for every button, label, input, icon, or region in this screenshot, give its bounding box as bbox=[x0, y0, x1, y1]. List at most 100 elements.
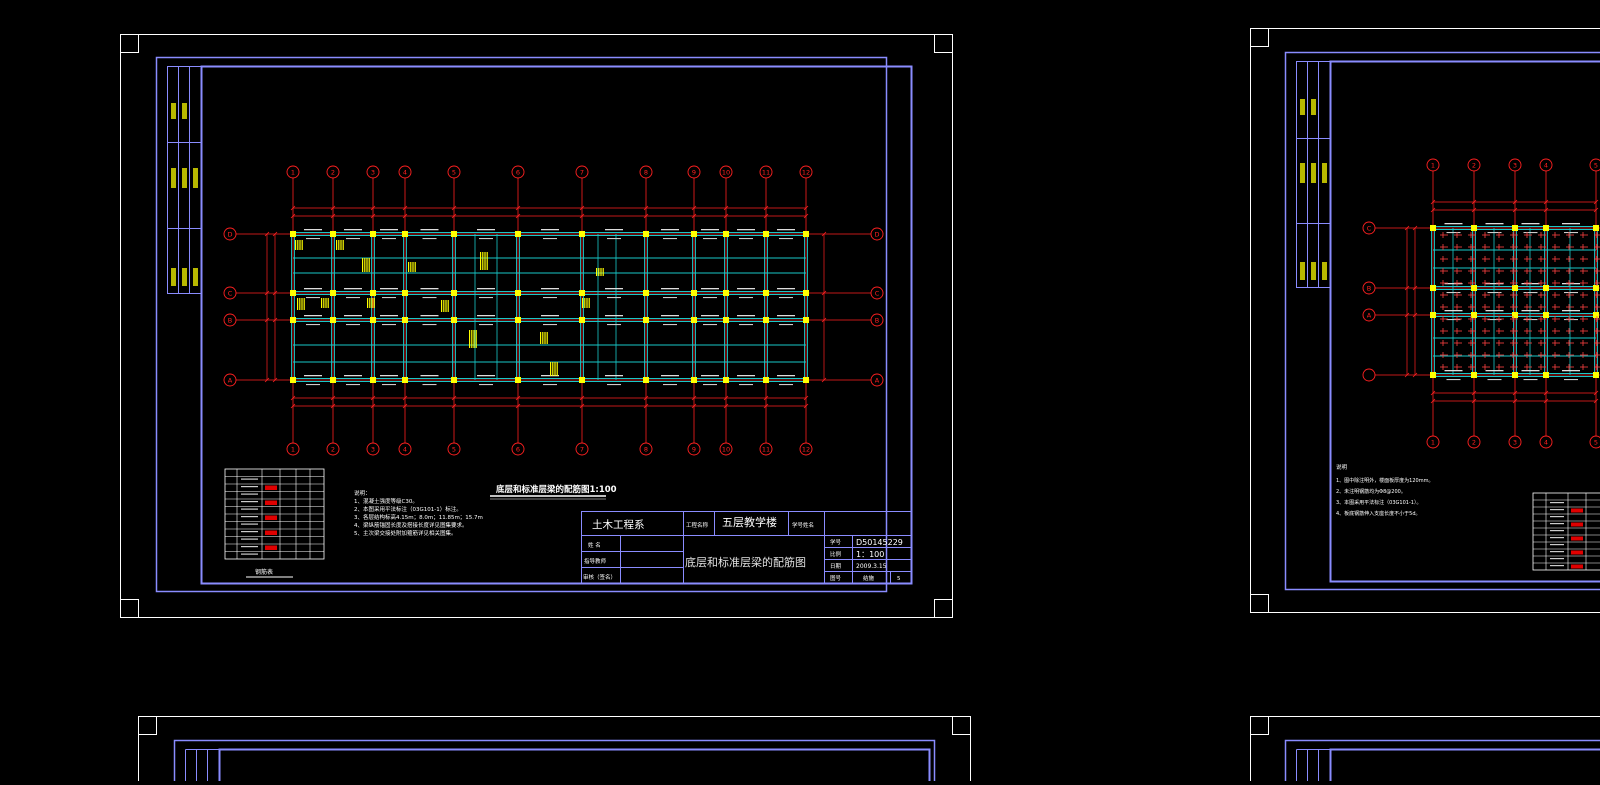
rebar-callout bbox=[596, 268, 597, 276]
title-block-scale: 1：100 bbox=[856, 550, 884, 559]
sheet-1-outer-frame bbox=[121, 35, 953, 618]
rebar-callout bbox=[600, 268, 601, 276]
column bbox=[1543, 312, 1549, 318]
title-block-date: 2009.3.15 bbox=[856, 563, 887, 570]
beam-annotation bbox=[739, 238, 753, 239]
column bbox=[515, 317, 521, 323]
beam-annotation bbox=[737, 288, 755, 289]
sheet-2[interactable]: 1122334455CCBBAA 说明 1、图中除注明外，楼面板厚度为120mm… bbox=[1251, 29, 1600, 613]
beam-plan-sheet-1[interactable]: 112233445566778899101011111212DDCCBBAA bbox=[224, 166, 883, 455]
axis-label: 8 bbox=[644, 445, 648, 453]
beam-annotation bbox=[779, 238, 793, 239]
rebar-table bbox=[225, 469, 324, 559]
beam-annotation bbox=[1486, 370, 1504, 371]
beam-annotation bbox=[477, 375, 495, 376]
slab-plan-sheet-2[interactable]: 1122334455CCBBAA bbox=[1363, 159, 1600, 448]
column bbox=[1543, 285, 1549, 291]
beam-annotation bbox=[605, 229, 623, 230]
table-cell-text bbox=[1550, 551, 1564, 552]
axis-label: 12 bbox=[802, 168, 810, 176]
axis-label: 7 bbox=[580, 445, 584, 453]
notes-line: 4、板底钢筋伸入支座长度不小于5d。 bbox=[1336, 510, 1421, 517]
column bbox=[1593, 312, 1599, 318]
rebar-callout bbox=[552, 362, 553, 376]
column bbox=[803, 377, 809, 383]
beam-annotation bbox=[739, 324, 753, 325]
column bbox=[515, 377, 521, 383]
rebar-callout bbox=[448, 300, 449, 312]
drawing-title: 底层和标准层梁的配筋图1:100 bbox=[496, 484, 617, 495]
rebar-callout bbox=[480, 252, 481, 270]
axis-label: 9 bbox=[692, 168, 696, 176]
beam-annotation bbox=[543, 297, 557, 298]
beam-annotation bbox=[779, 324, 793, 325]
axis-label: B bbox=[1367, 284, 1371, 292]
beam-annotation bbox=[777, 375, 795, 376]
beam-annotation bbox=[661, 375, 679, 376]
beam-annotation bbox=[423, 324, 437, 325]
sheet-4[interactable] bbox=[1251, 717, 1600, 782]
rebar-callout bbox=[304, 298, 305, 310]
title-block-sheet-title: 底层和标准层梁的配筋图 bbox=[685, 555, 806, 569]
cad-drawing-canvas[interactable]: 112233445566778899101011111212DDCCBBAA 钢… bbox=[0, 0, 1600, 781]
beam-annotation bbox=[380, 229, 398, 230]
rebar-callout bbox=[364, 258, 365, 272]
notes-line: 5、主次梁交接处附加箍筋详见相关图集。 bbox=[354, 529, 457, 537]
beam-annotation bbox=[344, 375, 362, 376]
beam-annotation bbox=[1564, 379, 1578, 380]
beam-annotation bbox=[1486, 310, 1504, 311]
axis-label: 1 bbox=[1431, 161, 1435, 169]
beam-annotation bbox=[663, 324, 677, 325]
axis-label: 4 bbox=[1544, 161, 1548, 169]
sheet-1-corner-mark bbox=[935, 35, 953, 53]
axis-label: A bbox=[875, 376, 880, 384]
table-cell-text bbox=[1550, 558, 1564, 559]
axis-label: 6 bbox=[516, 445, 520, 453]
rebar-callout bbox=[297, 240, 298, 250]
beam-annotation bbox=[1447, 379, 1461, 380]
rebar-callout bbox=[369, 258, 370, 272]
beam-annotation bbox=[703, 238, 717, 239]
rebar-callout bbox=[445, 300, 446, 312]
beam-annotation bbox=[421, 288, 439, 289]
axis-label: 10 bbox=[722, 445, 730, 453]
beam-annotation bbox=[1447, 232, 1461, 233]
column bbox=[402, 317, 408, 323]
rebar-table-caption: 钢筋表 bbox=[255, 568, 273, 576]
column bbox=[370, 377, 376, 383]
beam-annotation bbox=[477, 229, 495, 230]
sheet-3[interactable] bbox=[139, 717, 971, 782]
axis-label: C bbox=[875, 289, 880, 297]
column bbox=[330, 290, 336, 296]
notes-line: 2、未注明钢筋均为Φ8@200。 bbox=[1336, 488, 1406, 495]
table-cell-mark bbox=[1571, 537, 1583, 541]
beam-annotation bbox=[479, 384, 493, 385]
column bbox=[579, 290, 585, 296]
sheet-4-corner-mark bbox=[1251, 717, 1269, 735]
axis-label: C bbox=[228, 289, 233, 297]
beam-annotation bbox=[701, 288, 719, 289]
beam-annotation bbox=[737, 375, 755, 376]
sheet-1[interactable]: 112233445566778899101011111212DDCCBBAA 钢… bbox=[121, 35, 953, 618]
beam-annotation bbox=[1524, 292, 1538, 293]
beam-annotation bbox=[346, 297, 360, 298]
rebar-callout bbox=[410, 262, 411, 272]
axis-label: 1 bbox=[291, 445, 295, 453]
rebar-callout bbox=[323, 298, 324, 308]
beam-annotation bbox=[479, 324, 493, 325]
column bbox=[763, 231, 769, 237]
column bbox=[1430, 372, 1436, 378]
rebar-callout bbox=[336, 240, 337, 250]
rebar-callout bbox=[325, 298, 326, 308]
beam-annotation bbox=[1564, 292, 1578, 293]
column bbox=[643, 377, 649, 383]
column bbox=[451, 377, 457, 383]
column bbox=[515, 231, 521, 237]
table-cell-text bbox=[241, 486, 258, 487]
axis-label: 9 bbox=[692, 445, 696, 453]
axis-label: 2 bbox=[1472, 161, 1476, 169]
rebar-callout bbox=[295, 240, 296, 250]
axis-label: 3 bbox=[1513, 161, 1517, 169]
table-cell-mark bbox=[265, 546, 277, 551]
rebar-callout bbox=[487, 252, 488, 270]
